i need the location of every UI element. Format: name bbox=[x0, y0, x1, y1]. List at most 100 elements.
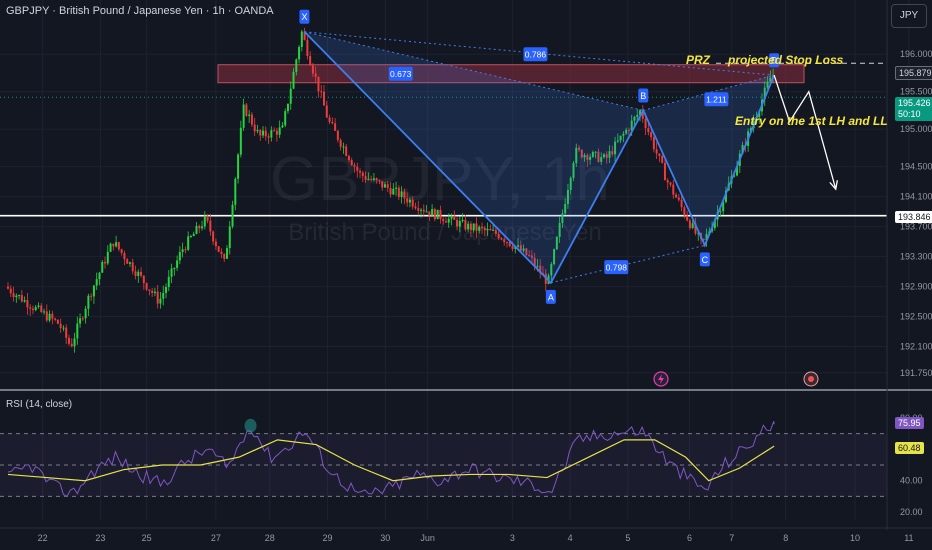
ratio-label: 0.786 bbox=[525, 50, 547, 60]
candle-body bbox=[34, 307, 37, 311]
current-price-value: 195.426 bbox=[898, 98, 931, 108]
candle-body bbox=[126, 259, 129, 264]
candle-body bbox=[148, 289, 151, 291]
candle-body bbox=[688, 220, 691, 228]
candle-body bbox=[414, 206, 417, 209]
time-tick: 5 bbox=[625, 533, 630, 543]
candle-body bbox=[187, 236, 190, 250]
price-tick: 191.750 bbox=[900, 368, 932, 378]
candle-body bbox=[666, 180, 669, 183]
candle-body bbox=[51, 313, 54, 319]
time-tick: Jun bbox=[420, 533, 435, 543]
candle-body bbox=[672, 184, 675, 195]
time-tick: 6 bbox=[687, 533, 692, 543]
candle-body bbox=[309, 56, 312, 66]
symbol-title[interactable]: GBPJPY · British Pound / Japanese Yen · … bbox=[6, 5, 274, 17]
candle-body bbox=[392, 188, 395, 195]
candle-body bbox=[106, 251, 109, 264]
candle-body bbox=[59, 323, 62, 328]
candle-body bbox=[195, 225, 198, 235]
candle-body bbox=[62, 327, 65, 329]
time-tick: 8 bbox=[783, 533, 788, 543]
candle-body bbox=[184, 249, 187, 251]
candle-body bbox=[475, 223, 478, 231]
candle-body bbox=[364, 176, 367, 180]
candle-body bbox=[353, 165, 356, 167]
candle-body bbox=[389, 187, 392, 195]
candle-body bbox=[217, 246, 220, 252]
candle-body bbox=[420, 209, 423, 211]
candle-body bbox=[461, 219, 464, 222]
candle-body bbox=[489, 228, 492, 231]
candle-body bbox=[691, 223, 694, 228]
candle-body bbox=[203, 215, 206, 227]
chart-canvas: GBPJPY, 1h British Pound / Japanese Yen … bbox=[0, 0, 932, 543]
time-tick: 25 bbox=[142, 533, 152, 543]
candle-body bbox=[237, 154, 240, 179]
price-tick: 195.500 bbox=[900, 87, 932, 97]
candle-body bbox=[131, 262, 134, 272]
candle-body bbox=[422, 209, 425, 212]
price-tick: 195.000 bbox=[900, 124, 932, 134]
ratio-label: 0.673 bbox=[390, 69, 412, 79]
candle-body bbox=[289, 88, 292, 104]
candle-body bbox=[686, 215, 689, 221]
candle-body bbox=[137, 271, 140, 276]
time-tick: 4 bbox=[568, 533, 573, 543]
candle-body bbox=[370, 178, 373, 180]
bar-countdown: 50:10 bbox=[898, 109, 921, 119]
event-icon[interactable] bbox=[803, 371, 819, 387]
alert-icon[interactable] bbox=[653, 371, 669, 387]
candle-body bbox=[350, 160, 353, 166]
candle-body bbox=[231, 204, 234, 227]
candle-body bbox=[417, 208, 420, 211]
candle-body bbox=[719, 211, 722, 213]
time-tick: 23 bbox=[95, 533, 105, 543]
ratio-label: 1.211 bbox=[706, 95, 727, 105]
currency-button[interactable]: JPY bbox=[891, 4, 927, 28]
price-tick: 193.700 bbox=[900, 222, 932, 232]
candle-body bbox=[652, 137, 655, 150]
candle-body bbox=[650, 132, 653, 138]
candle-body bbox=[142, 275, 145, 284]
candle-body bbox=[494, 229, 497, 234]
candle-body bbox=[173, 267, 176, 269]
candle-body bbox=[140, 271, 143, 276]
candle-body bbox=[359, 170, 362, 173]
candle-body bbox=[298, 47, 301, 60]
candle-body bbox=[198, 225, 201, 229]
candle-body bbox=[151, 290, 154, 293]
candle-body bbox=[26, 300, 29, 308]
candle-body bbox=[464, 219, 467, 230]
candle-body bbox=[286, 103, 289, 112]
time-tick: 30 bbox=[380, 533, 390, 543]
candle-body bbox=[270, 130, 273, 138]
candle-body bbox=[65, 327, 68, 338]
candle-body bbox=[683, 207, 686, 216]
time-tick: 10 bbox=[850, 533, 860, 543]
candle-body bbox=[292, 71, 295, 89]
pattern-point-label: B bbox=[640, 91, 646, 101]
time-tick: 27 bbox=[211, 533, 221, 543]
candle-body bbox=[647, 128, 650, 133]
candle-body bbox=[453, 215, 456, 220]
candle-body bbox=[259, 130, 262, 136]
candle-body bbox=[15, 295, 18, 298]
candle-body bbox=[403, 191, 406, 199]
candle-body bbox=[447, 218, 450, 223]
candle-body bbox=[223, 253, 226, 259]
candle-body bbox=[159, 298, 162, 304]
candle-body bbox=[7, 286, 9, 289]
candle-body bbox=[381, 181, 384, 188]
candle-body bbox=[192, 234, 195, 237]
candle-body bbox=[267, 136, 270, 138]
candle-body bbox=[397, 187, 400, 198]
candle-body bbox=[90, 295, 93, 297]
candle-body bbox=[165, 287, 168, 293]
candle-body bbox=[170, 268, 173, 277]
candle-body bbox=[87, 295, 90, 309]
rsi-title[interactable]: RSI (14, close) bbox=[6, 399, 72, 410]
candle-body bbox=[123, 252, 126, 260]
candle-body bbox=[153, 291, 156, 293]
candle-body bbox=[234, 178, 237, 205]
